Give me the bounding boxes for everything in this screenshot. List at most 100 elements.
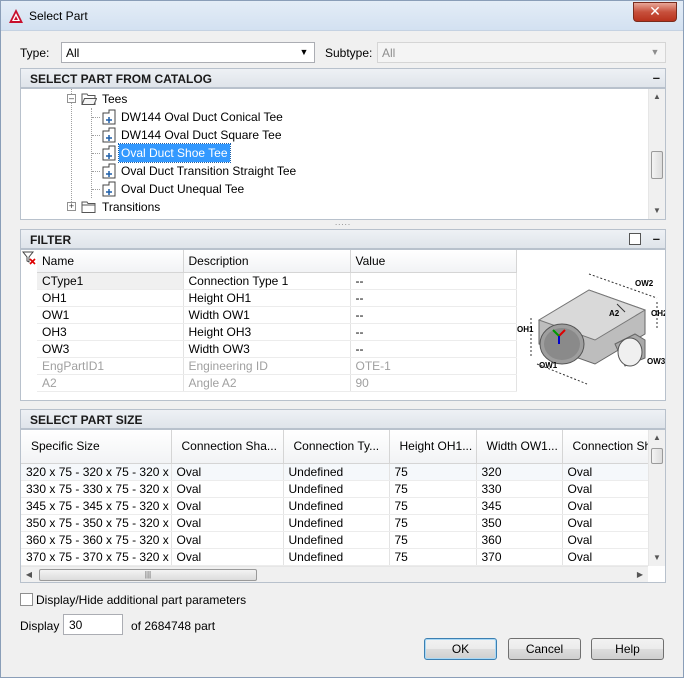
- scroll-up-icon[interactable]: ▲: [649, 89, 665, 105]
- catalog-tree: – Tees DW144 Oval Duct Conical Tee DW144…: [20, 88, 666, 220]
- tree-item-label: Oval Duct Unequal Tee: [121, 182, 245, 196]
- expand-node-icon[interactable]: +: [67, 202, 76, 211]
- filter-panel-title: FILTER: [30, 233, 72, 247]
- subtype-label: Subtype:: [325, 46, 373, 60]
- display-count-input[interactable]: 30: [63, 614, 123, 635]
- size-column-connection-type[interactable]: Connection Ty...: [283, 430, 390, 464]
- filter-name-cell: A2: [37, 374, 184, 392]
- filter-row[interactable]: CType1 Connection Type 1 --: [37, 272, 517, 290]
- scroll-thumb[interactable]: [651, 151, 663, 179]
- collapse-icon[interactable]: –: [653, 70, 660, 85]
- size-panel: Specific Size Connection Sha... Connecti…: [20, 429, 666, 583]
- size-row[interactable]: 320 x 75 - 320 x 75 - 320 x ... Oval Und…: [21, 463, 652, 481]
- size-row[interactable]: 330 x 75 - 330 x 75 - 320 x ... Oval Und…: [21, 480, 652, 498]
- catalog-vertical-scrollbar[interactable]: ▲ ▼: [648, 89, 665, 219]
- filter-value-cell[interactable]: --: [350, 323, 517, 341]
- collapse-node-icon[interactable]: –: [67, 94, 76, 103]
- size-cell: Undefined: [283, 531, 390, 549]
- title-bar[interactable]: Select Part ✕: [1, 1, 683, 31]
- tree-item-dw144-square-tee[interactable]: DW144 Oval Duct Square Tee: [21, 126, 641, 144]
- tree-item-tees[interactable]: – Tees: [21, 90, 641, 108]
- tree-item-label: DW144 Oval Duct Conical Tee: [121, 110, 283, 124]
- size-panel-header[interactable]: SELECT PART SIZE: [20, 409, 666, 429]
- collapse-icon[interactable]: –: [653, 231, 660, 246]
- maximize-icon[interactable]: [629, 233, 641, 245]
- scroll-down-icon[interactable]: ▼: [649, 550, 665, 566]
- size-vertical-scrollbar[interactable]: ▲ ▼: [648, 430, 665, 566]
- filter-value-cell[interactable]: --: [350, 306, 517, 324]
- folder-open-icon: [81, 93, 97, 105]
- select-part-dialog: Select Part ✕ Type: All ▼ Subtype: All ▼…: [0, 0, 684, 678]
- filter-row[interactable]: OH1 Height OH1 --: [37, 289, 517, 307]
- filter-row[interactable]: OW3 Width OW3 --: [37, 340, 517, 358]
- filter-panel: Name Description Value CType1 Connection…: [20, 249, 666, 401]
- filter-row: A2 Angle A2 90: [37, 374, 517, 392]
- filter-row[interactable]: OW1 Width OW1 --: [37, 306, 517, 324]
- filter-value-cell[interactable]: --: [350, 289, 517, 307]
- size-cell: Oval: [562, 480, 652, 498]
- filter-name-cell: OW1: [37, 306, 184, 324]
- clear-filter-icon[interactable]: [22, 251, 36, 265]
- autocad-app-icon: [9, 9, 23, 23]
- filter-name-cell: OH3: [37, 323, 184, 341]
- filter-column-description[interactable]: Description: [183, 250, 351, 273]
- dim-label-ow1: OW1: [539, 361, 558, 370]
- tree-line: [92, 135, 100, 136]
- filter-value-cell[interactable]: --: [350, 340, 517, 358]
- size-cell: Undefined: [283, 514, 390, 532]
- help-button[interactable]: Help: [591, 638, 664, 660]
- cancel-button[interactable]: Cancel: [508, 638, 581, 660]
- filter-row[interactable]: OH3 Height OH3 --: [37, 323, 517, 341]
- filter-value-cell[interactable]: --: [350, 272, 517, 290]
- chevron-down-icon: ▼: [299, 47, 309, 57]
- size-cell: 75: [389, 514, 477, 532]
- size-row[interactable]: 370 x 75 - 370 x 75 - 320 x ... Oval Und…: [21, 548, 652, 566]
- tree-item-oval-duct-shoe-tee[interactable]: Oval Duct Shoe Tee: [21, 143, 641, 163]
- scroll-down-icon[interactable]: ▼: [649, 203, 665, 219]
- subtype-select[interactable]: All ▼: [377, 42, 666, 63]
- scroll-right-icon[interactable]: ▶: [632, 567, 648, 582]
- filter-value-cell: 90: [350, 374, 517, 392]
- scroll-thumb[interactable]: [651, 448, 663, 464]
- close-button[interactable]: ✕: [633, 2, 677, 22]
- size-cell: Oval: [562, 463, 652, 481]
- size-column-height-oh1[interactable]: Height OH1...: [389, 430, 477, 464]
- size-column-specific-size[interactable]: Specific Size: [21, 430, 172, 464]
- display-hide-parameters-label[interactable]: Display/Hide additional part parameters: [36, 593, 246, 607]
- size-cell: Oval: [562, 497, 652, 515]
- display-label: Display: [20, 619, 60, 633]
- tree-item-dw144-conical-tee[interactable]: DW144 Oval Duct Conical Tee: [21, 108, 641, 126]
- size-horizontal-scrollbar[interactable]: ◀ ||| ▶: [21, 566, 648, 582]
- size-row[interactable]: 350 x 75 - 350 x 75 - 320 x ... Oval Und…: [21, 514, 652, 532]
- size-cell: Oval: [562, 514, 652, 532]
- chevron-down-icon: ▼: [650, 47, 660, 57]
- ok-button[interactable]: OK: [424, 638, 497, 660]
- scroll-up-icon[interactable]: ▲: [649, 430, 665, 446]
- size-column-connection-shape[interactable]: Connection Sha...: [171, 430, 284, 464]
- filter-column-value[interactable]: Value: [350, 250, 517, 273]
- type-label: Type:: [20, 46, 50, 60]
- size-cell: 320 x 75 - 320 x 75 - 320 x ...: [21, 463, 172, 481]
- tree-item-label: Transitions: [102, 200, 161, 214]
- display-hide-parameters-checkbox[interactable]: [20, 593, 33, 606]
- panel-splitter[interactable]: .....: [20, 219, 666, 229]
- filter-description-cell: Engineering ID: [183, 357, 351, 375]
- scroll-left-icon[interactable]: ◀: [21, 567, 37, 582]
- filter-column-name[interactable]: Name: [37, 250, 184, 273]
- tree-item-oval-duct-transition-straight-tee[interactable]: Oval Duct Transition Straight Tee: [21, 162, 641, 180]
- filter-description-cell: Height OH3: [183, 323, 351, 341]
- size-cell: 75: [389, 531, 477, 549]
- filter-description-cell: Connection Type 1: [183, 272, 351, 290]
- size-row[interactable]: 345 x 75 - 345 x 75 - 320 x ... Oval Und…: [21, 497, 652, 515]
- size-row[interactable]: 360 x 75 - 360 x 75 - 320 x ... Oval Und…: [21, 531, 652, 549]
- tree-item-transitions[interactable]: + Transitions: [21, 198, 641, 216]
- size-column-width-ow1[interactable]: Width OW1...: [476, 430, 563, 464]
- catalog-panel-header[interactable]: SELECT PART FROM CATALOG –: [20, 68, 666, 88]
- size-column-connection-shape-2[interactable]: Connection Sha: [562, 430, 652, 464]
- filter-panel-header[interactable]: FILTER –: [20, 229, 666, 249]
- size-cell: Undefined: [283, 548, 390, 566]
- subtype-select-value: All: [382, 46, 396, 60]
- scroll-thumb[interactable]: |||: [39, 569, 257, 581]
- tree-item-oval-duct-unequal-tee[interactable]: Oval Duct Unequal Tee: [21, 180, 641, 198]
- type-select[interactable]: All ▼: [61, 42, 315, 63]
